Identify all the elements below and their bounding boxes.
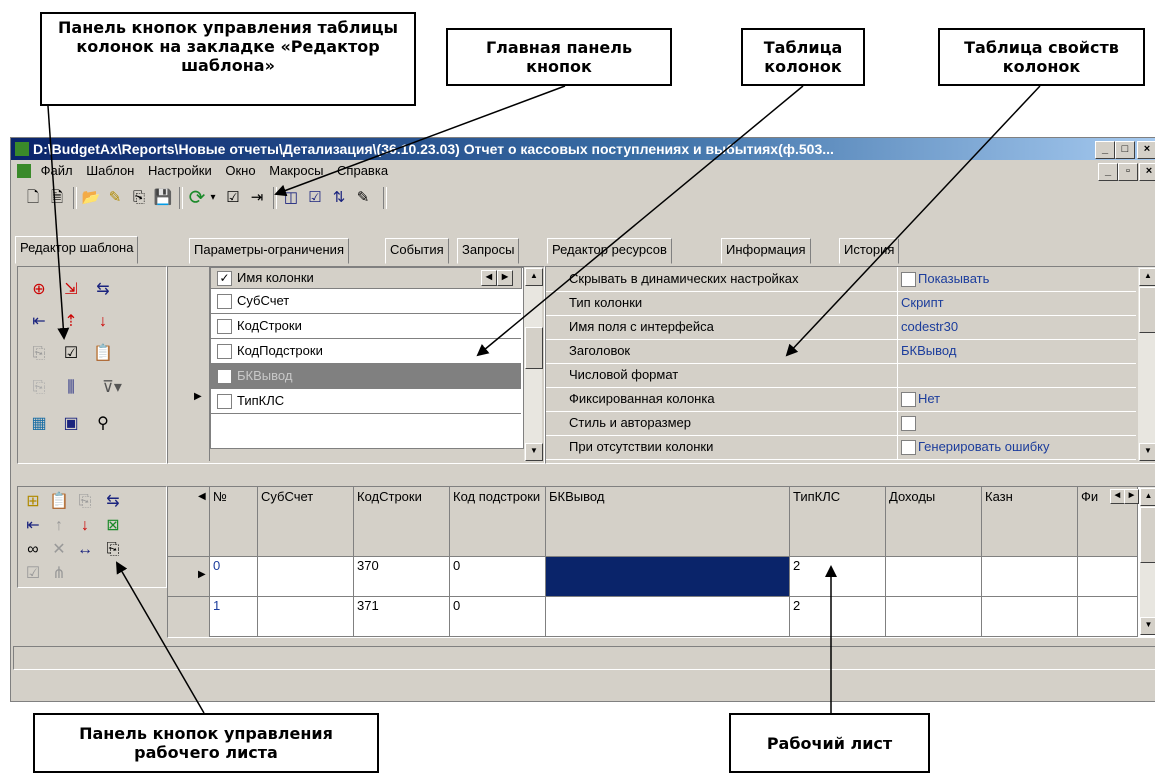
arrow-main-toolbar (274, 85, 566, 197)
arrow-column-props (785, 85, 1041, 357)
arrow-sheet-buttons (115, 561, 205, 714)
callout-arrows (47, 85, 1041, 714)
arrow-column-table (476, 85, 804, 357)
arrow-column-buttons (47, 105, 70, 340)
